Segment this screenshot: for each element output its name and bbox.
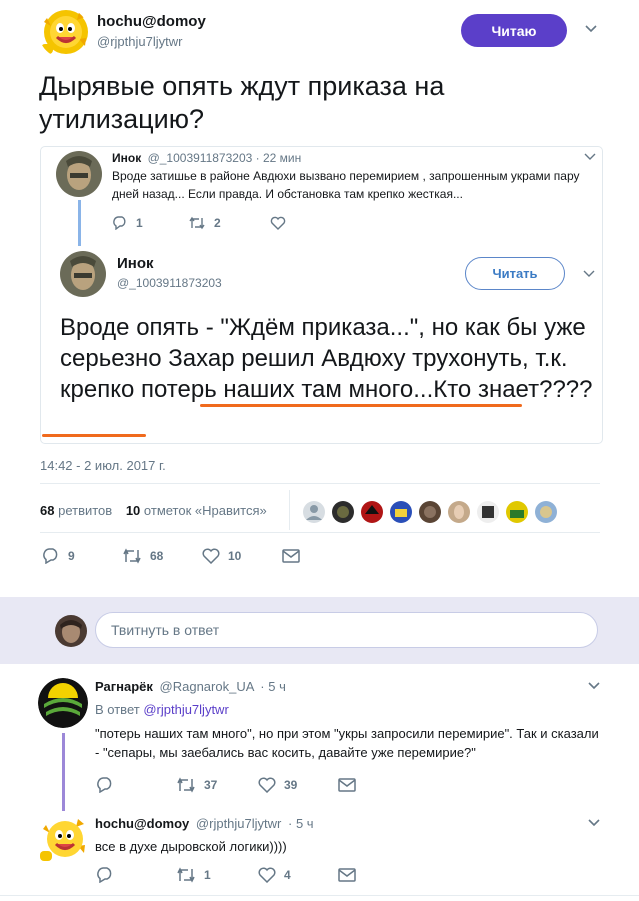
following-button[interactable]: Читаю (461, 14, 567, 47)
quote-parent-like[interactable] (270, 216, 286, 230)
retweet-icon (122, 548, 142, 564)
retweet-count: 2 (214, 216, 221, 230)
chevron-down-icon[interactable] (587, 681, 601, 691)
chevron-down-icon[interactable] (583, 270, 595, 278)
reply-author-handle[interactable]: @Ragnarok_UA (160, 679, 254, 694)
reply-avatar[interactable] (38, 678, 88, 728)
retweet-count: 1 (204, 868, 211, 882)
retweet-button[interactable]: 37 (176, 777, 217, 793)
like-count: 39 (284, 778, 298, 792)
retweets-count[interactable]: 68 (40, 503, 54, 518)
quote-parent-retweet[interactable]: 2 (188, 216, 221, 230)
reply-avatar[interactable] (38, 815, 88, 865)
message-button[interactable] (338, 868, 356, 882)
follow-button[interactable]: Читать (465, 257, 565, 290)
message-icon (282, 549, 300, 563)
highlight-underline (200, 404, 522, 407)
reply-time[interactable]: · 5 ч (288, 816, 314, 831)
message-icon (338, 868, 356, 882)
retweets-label[interactable]: ретвитов (58, 503, 112, 518)
quote-parent-text: Вроде затишье в районе Авдюхи вызвано пе… (112, 169, 580, 201)
like-button[interactable]: 4 (258, 867, 291, 883)
reply-author-name[interactable]: hochu@domoy (95, 816, 189, 831)
chevron-down-icon[interactable] (584, 153, 596, 161)
tweet-timestamp[interactable]: 14:42 - 2 июл. 2017 г. (40, 458, 166, 473)
retweet-icon (176, 777, 196, 793)
message-button[interactable] (282, 549, 300, 563)
reply-button[interactable] (96, 867, 122, 883)
retweet-icon (176, 867, 196, 883)
my-avatar[interactable] (55, 615, 87, 647)
reply-input[interactable]: Твитнуть в ответ (95, 612, 598, 648)
reply-button[interactable]: 9 (42, 548, 75, 564)
retweet-count: 68 (150, 549, 164, 563)
like-button[interactable]: 10 (202, 548, 241, 564)
reply-icon (96, 867, 114, 883)
liker-avatars (303, 500, 563, 524)
tweet-text: Дырявые опять ждут приказа на утилизацию… (39, 71, 445, 134)
quote-main-handle[interactable]: @_1003911873203 (117, 276, 222, 290)
like-icon (258, 777, 276, 793)
message-icon (338, 778, 356, 792)
in-reply-to-handle[interactable]: @rjpthju7ljytwr (143, 702, 228, 717)
quote-main-avatar[interactable] (60, 251, 106, 297)
retweet-button[interactable]: 1 (176, 867, 211, 883)
reply-count: 1 (136, 216, 143, 230)
quote-main-name[interactable]: Инок (117, 255, 154, 272)
retweet-icon (188, 216, 206, 230)
quote-parent-handle[interactable]: @_1003911873203 (148, 151, 253, 165)
reply-author-name[interactable]: Рагнарёк (95, 679, 153, 694)
reply-author-handle[interactable]: @rjpthju7ljytwr (196, 816, 281, 831)
retweet-button[interactable]: 68 (122, 548, 163, 564)
like-icon (270, 216, 286, 230)
reply-icon (42, 548, 60, 564)
thread-connector (78, 200, 81, 246)
quote-parent-reply[interactable]: 1 (112, 216, 143, 230)
reply-text: "потерь наших там много", но при этом "у… (95, 726, 599, 760)
like-button[interactable]: 39 (258, 777, 297, 793)
like-count: 10 (228, 549, 242, 563)
chevron-down-icon[interactable] (584, 24, 598, 34)
quote-parent-name[interactable]: Инок (112, 151, 141, 165)
reply-icon (112, 216, 128, 230)
quote-parent-avatar[interactable] (56, 151, 102, 197)
highlight-underline (42, 434, 146, 437)
retweet-count: 37 (204, 778, 218, 792)
likes-label[interactable]: отметок «Нравится» (144, 503, 267, 518)
chevron-down-icon[interactable] (587, 818, 601, 828)
in-reply-to-label: В ответ (95, 702, 140, 717)
thread-connector (62, 733, 65, 811)
like-icon (258, 867, 276, 883)
likes-count[interactable]: 10 (126, 503, 140, 518)
reply-text: все в духе дыровской логики)))) (95, 839, 287, 854)
reply-time[interactable]: · 5 ч (260, 679, 286, 694)
reply-button[interactable] (96, 777, 122, 793)
message-button[interactable] (338, 778, 356, 792)
like-count: 4 (284, 868, 291, 882)
author-avatar[interactable] (39, 8, 89, 58)
quote-main-text: Вроде опять - "Ждём приказа...", но как … (60, 314, 593, 403)
like-icon (202, 548, 220, 564)
reply-icon (96, 777, 114, 793)
author-handle[interactable]: @rjpthju7ljytwr (97, 34, 182, 49)
quote-parent-time[interactable]: 22 мин (263, 151, 301, 165)
author-name[interactable]: hochu@domoy (97, 13, 206, 30)
reply-count: 9 (68, 549, 75, 563)
